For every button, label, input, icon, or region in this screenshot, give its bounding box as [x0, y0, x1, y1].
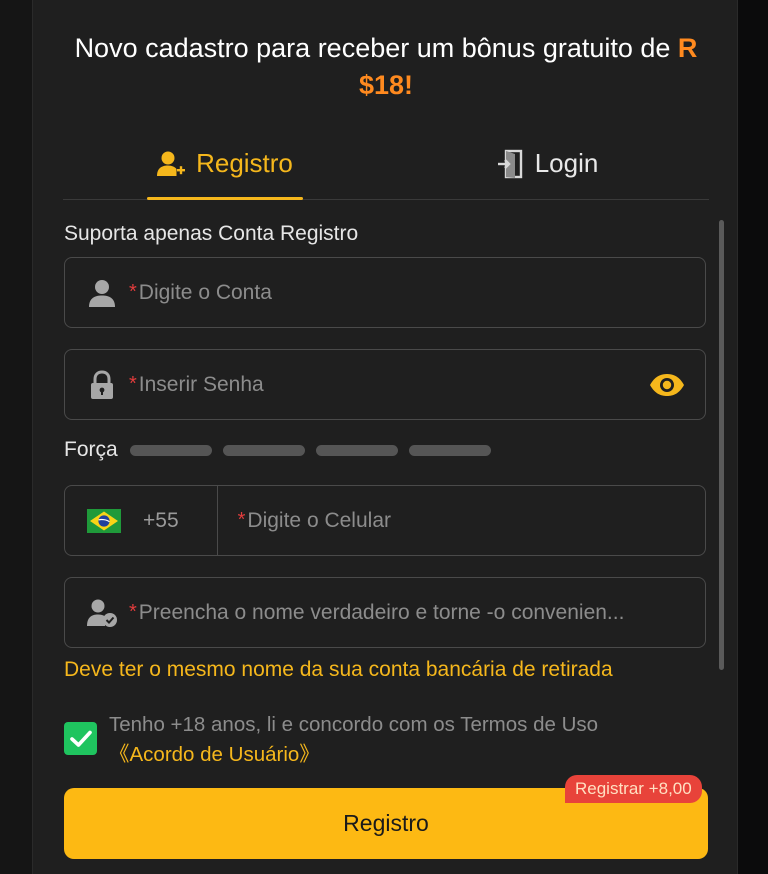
required-mark: *	[129, 281, 137, 303]
tab-login-label: Login	[534, 148, 599, 178]
password-input-wrap: *	[129, 372, 647, 397]
terms-checkbox[interactable]	[64, 722, 97, 755]
dial-code: +55	[143, 508, 179, 532]
strength-bar	[408, 444, 491, 456]
real-name-input-wrap: *	[129, 600, 705, 625]
account-input[interactable]	[138, 280, 705, 305]
promo-text: Novo cadastro para receber um bônus grat…	[74, 33, 678, 63]
real-name-field[interactable]: *	[64, 577, 706, 648]
real-name-input[interactable]	[138, 600, 705, 625]
tab-registro[interactable]: Registro	[63, 128, 386, 199]
tab-login[interactable]: Login	[386, 128, 709, 199]
password-strength: Força	[64, 438, 502, 462]
user-icon	[85, 276, 119, 310]
user-verified-icon	[85, 596, 119, 630]
eye-icon[interactable]	[647, 365, 687, 405]
scrollbar[interactable]	[719, 220, 724, 670]
user-agreement-link[interactable]: 《Acordo de Usuário》	[109, 740, 598, 770]
auth-tabs: Registro Login	[63, 128, 709, 200]
login-door-icon	[497, 149, 525, 179]
bonus-badge: Registrar +8,00	[565, 775, 702, 803]
terms-text: Tenho +18 anos, li e concordo com os Ter…	[109, 713, 599, 736]
required-mark: *	[129, 601, 137, 623]
password-field[interactable]: *	[64, 349, 706, 420]
strength-bar	[222, 444, 305, 456]
phone-input-wrap: *	[237, 508, 705, 533]
terms-text-block: Tenho +18 anos, li e concordo com os Ter…	[109, 710, 598, 770]
brazil-flag-icon	[87, 508, 121, 533]
country-selector[interactable]: +55	[65, 486, 218, 555]
account-input-wrap: *	[129, 280, 705, 305]
required-mark: *	[237, 509, 246, 531]
lock-icon	[85, 368, 119, 402]
real-name-hint: Deve ter o mesmo nome da sua conta bancá…	[64, 658, 613, 681]
user-plus-icon	[156, 150, 186, 178]
strength-bar	[315, 444, 398, 456]
required-mark: *	[129, 373, 137, 395]
strength-bar	[129, 444, 212, 456]
promo-banner: Novo cadastro para receber um bônus grat…	[63, 30, 709, 104]
phone-field[interactable]: +55 *	[64, 485, 706, 556]
phone-input[interactable]	[247, 508, 705, 533]
account-field[interactable]: *	[64, 257, 706, 328]
section-label: Suporta apenas Conta Registro	[64, 222, 359, 245]
strength-label: Força	[64, 438, 118, 461]
tab-registro-label: Registro	[196, 148, 293, 178]
background-page	[0, 0, 32, 874]
password-input[interactable]	[138, 372, 647, 397]
terms-agreement: Tenho +18 anos, li e concordo com os Ter…	[64, 710, 598, 770]
register-modal: Novo cadastro para receber um bônus grat…	[32, 0, 738, 874]
